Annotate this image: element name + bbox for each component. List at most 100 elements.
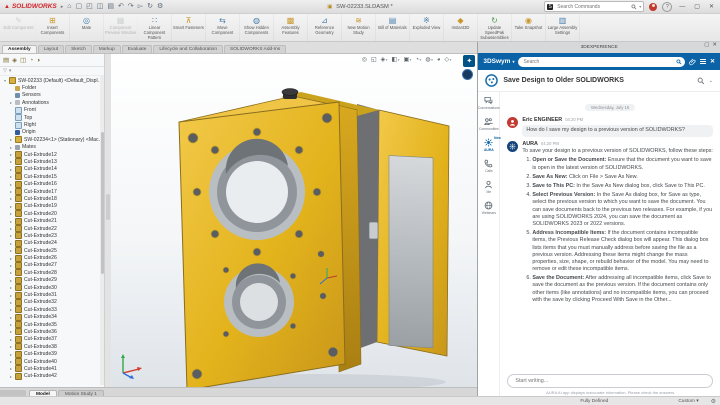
commandmanager-tab[interactable]: Lifecycle and Collaboration bbox=[153, 45, 223, 53]
tree-item[interactable]: ▸ Cut-Extrude41 bbox=[0, 365, 104, 372]
reference-geometry-button[interactable]: ⊿ Reference Geometry bbox=[308, 14, 342, 41]
tree-item[interactable]: ▸ Cut-Extrude18 bbox=[0, 195, 104, 202]
panel-close-icon[interactable]: ✕ bbox=[712, 42, 717, 48]
expand-arrow-icon[interactable]: ▸ bbox=[9, 137, 13, 142]
search-icon[interactable] bbox=[697, 77, 705, 85]
instant3d-button[interactable]: ◆ Instant3D bbox=[444, 14, 478, 41]
expand-arrow-icon[interactable]: ▸ bbox=[9, 233, 13, 238]
tree-item[interactable]: ▸ Cut-Extrude32 bbox=[0, 299, 104, 306]
displaymanager-tab-icon[interactable]: ◑ bbox=[36, 57, 40, 64]
expand-arrow-icon[interactable]: ▸ bbox=[9, 285, 13, 290]
tree-item[interactable]: ▸ Cut-Extrude15 bbox=[0, 173, 104, 180]
tree-item[interactable]: ▸ Cut-Extrude36 bbox=[0, 328, 104, 335]
commandmanager-tab[interactable]: Evaluate bbox=[122, 45, 153, 53]
tree-item[interactable]: ▸ Cut-Extrude39 bbox=[0, 350, 104, 357]
panel-restore-icon[interactable]: ▢ bbox=[704, 42, 709, 48]
expand-arrow-icon[interactable]: ▸ bbox=[9, 374, 13, 379]
tree-item[interactable]: ▸ Cut-Extrude28 bbox=[0, 269, 104, 276]
rail-item-me[interactable]: Me bbox=[484, 180, 493, 194]
commandmanager-tab[interactable]: Layout bbox=[38, 45, 64, 53]
zoom-to-area-icon[interactable]: ◱ bbox=[371, 56, 377, 63]
take-snapshot-button[interactable]: ◉ Take Snapshot bbox=[512, 14, 546, 41]
expand-arrow-icon[interactable]: ▸ bbox=[9, 189, 13, 194]
expand-arrow-icon[interactable]: ▸ bbox=[9, 241, 13, 246]
hide-show-items-icon[interactable]: ◍▾ bbox=[425, 56, 433, 63]
tree-item[interactable]: ▸ Cut-Extrude26 bbox=[0, 254, 104, 261]
tree-item[interactable]: ▸ Cut-Extrude25 bbox=[0, 247, 104, 254]
tree-item[interactable]: Folder bbox=[0, 84, 104, 91]
splitter-grip[interactable] bbox=[106, 194, 110, 220]
user-avatar[interactable] bbox=[507, 117, 518, 128]
rebuild-icon[interactable]: ↻ bbox=[147, 3, 153, 10]
expand-arrow-icon[interactable]: ▸ bbox=[9, 204, 13, 209]
expand-arrow-icon[interactable]: ▸ bbox=[9, 366, 13, 371]
section-view-icon[interactable]: ◧▾ bbox=[392, 56, 400, 63]
search-commands-input[interactable] bbox=[555, 3, 629, 11]
expand-arrow-icon[interactable]: ▸ bbox=[9, 359, 13, 364]
swym-app-switcher[interactable]: 3DSwym▾ bbox=[483, 58, 514, 65]
edit-appearance-icon[interactable]: ◕ bbox=[437, 57, 441, 63]
show-hidden-components-button[interactable]: ◍ Show Hidden Components bbox=[240, 14, 274, 41]
swym-search-input[interactable] bbox=[521, 58, 674, 66]
new-document-icon[interactable]: ▢ bbox=[75, 3, 82, 10]
insert-components-button[interactable]: ⊞ Insert Components bbox=[36, 14, 70, 41]
filter-funnel-icon[interactable]: ▽ bbox=[3, 68, 7, 74]
part-model[interactable] bbox=[131, 64, 477, 387]
expand-arrow-icon[interactable]: ▸ bbox=[9, 196, 13, 201]
expand-arrow-icon[interactable]: ▸ bbox=[9, 300, 13, 305]
gear-icon[interactable]: ⚙ bbox=[711, 398, 716, 405]
expand-arrow-icon[interactable]: ▸ bbox=[9, 145, 13, 150]
tree-item[interactable]: ▸ Cut-Extrude23 bbox=[0, 232, 104, 239]
tree-item[interactable]: ▸ Cut-Extrude29 bbox=[0, 277, 104, 284]
undo-icon[interactable]: ↶ bbox=[118, 3, 124, 10]
expand-arrow-icon[interactable]: ▸ bbox=[9, 278, 13, 283]
linear-component-pattern-button[interactable]: ∷ Linear Component Pattern bbox=[138, 14, 172, 41]
restore-button[interactable]: ▢ bbox=[692, 3, 702, 10]
mate-button[interactable]: ◎ Mate bbox=[70, 14, 104, 41]
tree-item[interactable]: ▸ Cut-Extrude38 bbox=[0, 343, 104, 350]
swym-close-icon[interactable]: ✕ bbox=[710, 58, 715, 65]
search-icon[interactable] bbox=[676, 59, 682, 65]
tree-item[interactable]: Sensors bbox=[0, 92, 104, 99]
tree-item[interactable]: Front bbox=[0, 107, 104, 114]
chevron-down-icon[interactable]: ⌄ bbox=[709, 78, 713, 84]
tree-item[interactable]: ▸ Cut-Extrude27 bbox=[0, 262, 104, 269]
redo-icon[interactable]: ↷ bbox=[128, 3, 134, 10]
tree-item[interactable]: ▸ Cut-Extrude34 bbox=[0, 314, 104, 321]
expand-arrow-icon[interactable]: ▸ bbox=[9, 352, 13, 357]
model-viewport[interactable]: ◎ ◱ ◈▾ ◧▾ bbox=[111, 54, 477, 387]
tree-item[interactable]: ▸ Annotations bbox=[0, 99, 104, 106]
commandmanager-tab[interactable]: SOLIDWORKS Add-Ins bbox=[224, 45, 286, 53]
tree-item[interactable]: ▸ Cut-Extrude22 bbox=[0, 225, 104, 232]
units-selector[interactable]: Custom ▾ bbox=[678, 399, 698, 404]
previous-view-icon[interactable]: ◈▾ bbox=[381, 56, 388, 63]
aura-avatar[interactable] bbox=[507, 141, 518, 152]
move-component-button[interactable]: ⇆ Move Component bbox=[206, 14, 240, 41]
expand-arrow-icon[interactable]: ▸ bbox=[9, 322, 13, 327]
smart-fasteners-button[interactable]: ⊼ Smart Fasteners bbox=[172, 14, 206, 41]
expand-arrow-icon[interactable]: ▸ bbox=[9, 211, 13, 216]
expand-arrow-icon[interactable]: ▸ bbox=[9, 100, 13, 105]
commandmanager-tab[interactable]: Assembly bbox=[2, 45, 37, 53]
print-icon[interactable]: ▤ bbox=[107, 3, 114, 10]
tree-scrollbar[interactable] bbox=[100, 76, 104, 385]
tree-item[interactable]: Origin bbox=[0, 129, 104, 136]
search-chevron-icon[interactable]: ▾ bbox=[639, 4, 641, 9]
rail-item-aura[interactable]: New AURA bbox=[484, 138, 494, 152]
expand-arrow-icon[interactable]: ▸ bbox=[9, 248, 13, 253]
expand-arrow-icon[interactable]: ▸ bbox=[9, 270, 13, 275]
menu-icon[interactable] bbox=[700, 59, 706, 64]
save-icon[interactable]: ◫ bbox=[97, 3, 104, 10]
zoom-to-fit-icon[interactable]: ◎ bbox=[362, 56, 367, 63]
tree-item[interactable]: ▸ Cut-Extrude19 bbox=[0, 203, 104, 210]
tree-item[interactable]: ▸ Cut-Extrude33 bbox=[0, 306, 104, 313]
expand-arrow-icon[interactable]: ▸ bbox=[9, 329, 13, 334]
user-avatar[interactable] bbox=[649, 3, 657, 11]
menu-expand-arrow-icon[interactable]: ▸ bbox=[61, 4, 64, 10]
expand-arrow-icon[interactable]: ▸ bbox=[9, 337, 13, 342]
help-icon[interactable]: ? bbox=[662, 2, 672, 12]
expand-arrow-icon[interactable]: ▸ bbox=[9, 219, 13, 224]
component-preview-button[interactable]: ▦ Component Preview Window bbox=[104, 14, 138, 41]
3dexperience-tab-icon[interactable]: ✦ bbox=[463, 55, 475, 67]
tree-item[interactable]: ▸ Cut-Extrude17 bbox=[0, 188, 104, 195]
